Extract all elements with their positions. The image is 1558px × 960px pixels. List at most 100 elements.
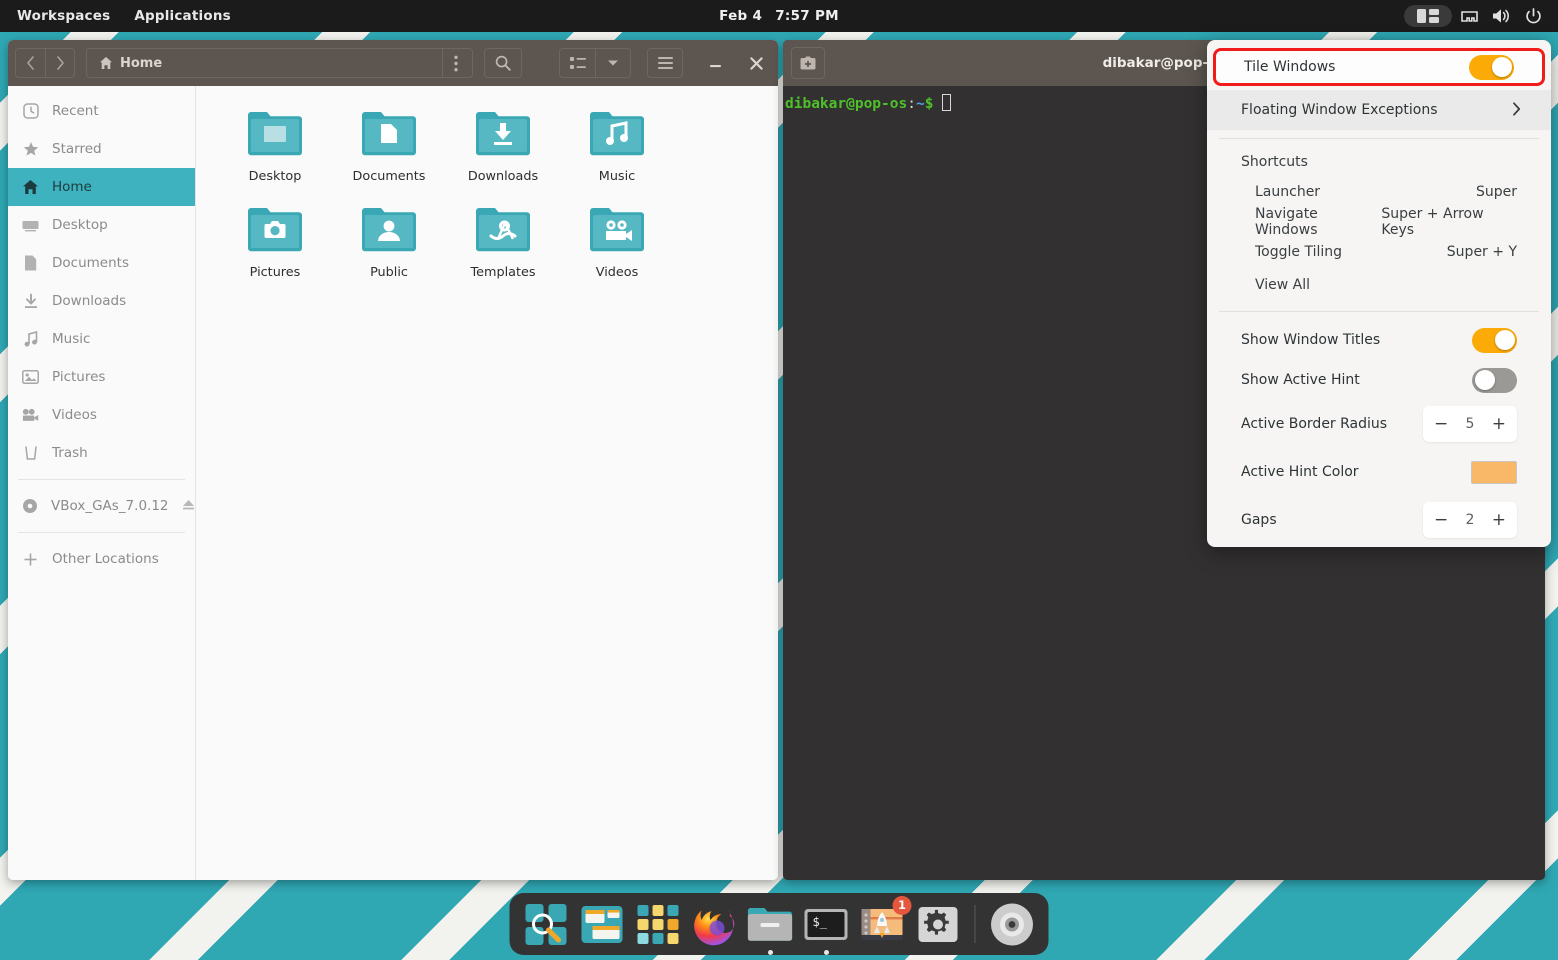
sidebar-item-label: Music bbox=[52, 331, 90, 347]
folder-item[interactable]: Public bbox=[332, 198, 446, 294]
sidebar-divider bbox=[18, 479, 185, 480]
sidebar-item-desktop[interactable]: Desktop bbox=[8, 206, 195, 244]
terminal-prompt-path: ~ bbox=[916, 96, 925, 112]
sidebar-item-label: Other Locations bbox=[52, 551, 159, 567]
minimize-icon[interactable] bbox=[700, 48, 730, 78]
sidebar-item-label: Home bbox=[52, 179, 92, 195]
terminal-prompt-sign: $ bbox=[925, 96, 934, 112]
shortcut-launcher-row[interactable]: Launcher Super bbox=[1207, 177, 1551, 207]
shortcut-toggle-tiling-row[interactable]: Toggle Tiling Super + Y bbox=[1207, 237, 1551, 267]
clock[interactable]: Feb 4 7:57 PM bbox=[679, 8, 879, 24]
sidebar-item-recent[interactable]: Recent bbox=[8, 92, 195, 130]
popup-divider-2 bbox=[1219, 311, 1539, 312]
video-icon bbox=[22, 407, 39, 424]
folder-name: Desktop bbox=[249, 169, 302, 184]
active-hint-color-swatch[interactable] bbox=[1471, 461, 1517, 484]
sidebar-item-label: Downloads bbox=[52, 293, 126, 309]
gaps-stepper[interactable]: − 2 + bbox=[1423, 502, 1517, 538]
floating-window-exceptions-row[interactable]: Floating Window Exceptions bbox=[1207, 90, 1551, 130]
running-indicator bbox=[768, 950, 773, 955]
sidebar-item-label: Desktop bbox=[52, 217, 108, 233]
tile-windows-row[interactable]: Tile Windows bbox=[1213, 48, 1545, 86]
hamburger-icon[interactable] bbox=[647, 48, 683, 78]
file-manager-window: Home bbox=[8, 40, 778, 880]
sidebar-item-documents[interactable]: Documents bbox=[8, 244, 195, 282]
dock-item-disc[interactable] bbox=[989, 901, 1036, 948]
file-grid: Desktop Documents bbox=[196, 86, 778, 880]
terminal-prompt-user: dibakar@pop-os bbox=[785, 96, 907, 112]
decrement-button[interactable]: − bbox=[1434, 416, 1448, 433]
dock-item-settings[interactable] bbox=[915, 901, 962, 948]
folder-item[interactable]: Videos bbox=[560, 198, 674, 294]
shortcut-label: Toggle Tiling bbox=[1255, 244, 1342, 260]
back-icon[interactable] bbox=[15, 48, 45, 78]
dock-item-window-tiling[interactable] bbox=[579, 901, 626, 948]
show-active-hint-toggle[interactable] bbox=[1472, 368, 1517, 393]
active-border-radius-stepper[interactable]: − 5 + bbox=[1423, 406, 1517, 442]
forward-icon[interactable] bbox=[45, 48, 75, 78]
folder-item[interactable]: Downloads bbox=[446, 102, 560, 198]
sidebar-item-home[interactable]: Home bbox=[8, 168, 195, 206]
power-icon[interactable] bbox=[1518, 3, 1548, 29]
show-window-titles-row[interactable]: Show Window Titles bbox=[1207, 320, 1551, 360]
sidebar-item-starred[interactable]: Starred bbox=[8, 130, 195, 168]
close-icon[interactable] bbox=[741, 48, 771, 78]
view-all-row[interactable]: View All bbox=[1207, 267, 1551, 303]
show-active-hint-row[interactable]: Show Active Hint bbox=[1207, 360, 1551, 400]
search-icon[interactable] bbox=[484, 48, 522, 78]
path-label: Home bbox=[120, 56, 442, 71]
sidebar-item-downloads[interactable]: Downloads bbox=[8, 282, 195, 320]
chevron-down-icon[interactable] bbox=[595, 48, 631, 78]
folder-name: Downloads bbox=[468, 169, 538, 184]
document-icon bbox=[22, 255, 39, 272]
tile-windows-toggle[interactable] bbox=[1469, 55, 1514, 80]
folder-public-icon bbox=[362, 204, 416, 258]
workspaces-button[interactable]: Workspaces bbox=[8, 5, 119, 27]
increment-button[interactable]: + bbox=[1492, 512, 1506, 529]
path-bar[interactable]: Home bbox=[86, 48, 473, 78]
clock-date: Feb 4 bbox=[719, 8, 762, 24]
volume-icon[interactable] bbox=[1486, 3, 1516, 29]
terminal-cursor bbox=[942, 94, 951, 111]
sidebar-item-trash[interactable]: Trash bbox=[8, 434, 195, 472]
dock-item-firefox[interactable] bbox=[691, 901, 738, 948]
folder-item[interactable]: Templates bbox=[446, 198, 560, 294]
folder-name: Pictures bbox=[250, 265, 301, 280]
sidebar-item-vbox-gas[interactable]: VBox_GAs_7.0.12 bbox=[8, 487, 195, 525]
folder-item[interactable]: Documents bbox=[332, 102, 446, 198]
new-tab-icon[interactable] bbox=[791, 47, 825, 79]
dock-item-terminal[interactable]: $_ bbox=[803, 901, 850, 948]
disc-icon bbox=[22, 498, 38, 515]
gaps-row: Gaps − 2 + bbox=[1207, 496, 1551, 544]
file-grid-scrollbar[interactable] bbox=[771, 86, 778, 880]
decrement-button[interactable]: − bbox=[1434, 512, 1448, 529]
dock-item-app-grid[interactable] bbox=[635, 901, 682, 948]
svg-text:$_: $_ bbox=[813, 915, 828, 929]
folder-item[interactable]: Music bbox=[560, 102, 674, 198]
notification-badge: 1 bbox=[893, 896, 912, 915]
applications-button[interactable]: Applications bbox=[125, 5, 240, 27]
increment-button[interactable]: + bbox=[1492, 416, 1506, 433]
dock-item-pop-shop[interactable]: 1 bbox=[859, 901, 906, 948]
gaps-label: Gaps bbox=[1241, 512, 1277, 528]
sidebar-item-other-locations[interactable]: Other Locations bbox=[8, 540, 195, 578]
network-icon[interactable] bbox=[1454, 3, 1484, 29]
folder-videos-icon bbox=[590, 204, 644, 258]
folder-desktop-icon bbox=[248, 108, 302, 162]
show-window-titles-toggle[interactable] bbox=[1472, 328, 1517, 353]
dock-item-files[interactable] bbox=[747, 901, 794, 948]
eject-icon[interactable] bbox=[182, 498, 195, 515]
sidebar-item-videos[interactable]: Videos bbox=[8, 396, 195, 434]
sidebar-item-pictures[interactable]: Pictures bbox=[8, 358, 195, 396]
menu-dots-icon[interactable] bbox=[442, 49, 468, 77]
tiling-indicator-icon[interactable] bbox=[1404, 5, 1452, 27]
folder-item[interactable]: Pictures bbox=[218, 198, 332, 294]
list-view-icon[interactable] bbox=[559, 48, 595, 78]
file-manager-header: Home bbox=[8, 40, 778, 86]
dock-item-workspaces-search[interactable] bbox=[523, 901, 570, 948]
shortcut-navigate-windows-row[interactable]: Navigate Windows Super + Arrow Keys bbox=[1207, 207, 1551, 237]
folder-item[interactable]: Desktop bbox=[218, 102, 332, 198]
clock-time: 7:57 PM bbox=[775, 8, 839, 24]
active-hint-color-label: Active Hint Color bbox=[1241, 464, 1359, 480]
sidebar-item-music[interactable]: Music bbox=[8, 320, 195, 358]
